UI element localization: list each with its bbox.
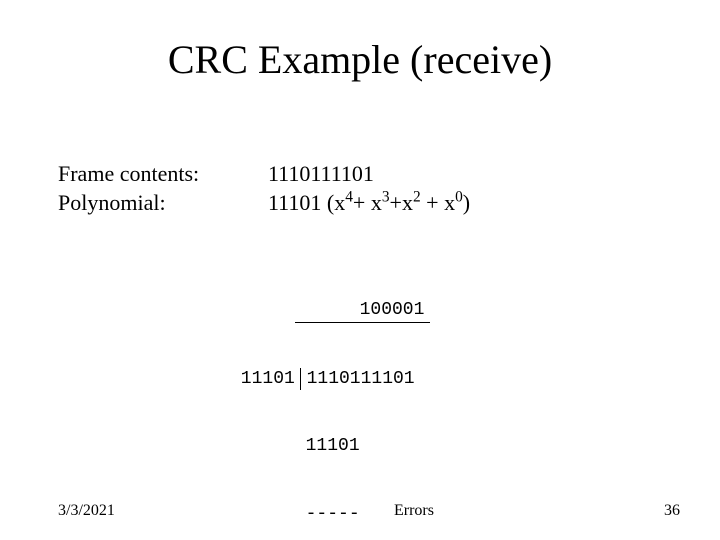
- polynomial-bits: 11101: [268, 190, 321, 215]
- polynomial-seg-1: + x: [353, 190, 382, 215]
- polynomial-exp-0: 0: [455, 188, 463, 205]
- slide: CRC Example (receive) Frame contents: Po…: [0, 0, 720, 540]
- division-dividend: 1110111101: [301, 368, 414, 391]
- body-content: Frame contents: Polynomial: 1110111101 1…: [58, 160, 662, 217]
- frame-contents-value: 1110111101: [268, 160, 662, 189]
- frame-contents-label: Frame contents:: [58, 160, 268, 189]
- polynomial-label: Polynomial:: [58, 189, 268, 218]
- long-division: 100001 111011110111101 11101 ----- 11101…: [230, 254, 430, 540]
- polynomial-exp-2: 2: [413, 188, 421, 205]
- polynomial-expr-open: (x: [321, 190, 345, 215]
- footer-date: 3/3/2021: [58, 502, 208, 520]
- polynomial-value: 11101 (x4+ x3+x2 + x0): [268, 189, 662, 218]
- polynomial-expr-close: ): [463, 190, 470, 215]
- division-divisor: 11101: [230, 368, 301, 391]
- polynomial-exp-4: 4: [345, 188, 353, 205]
- division-quotient: 100001: [295, 299, 430, 323]
- slide-title: CRC Example (receive): [0, 36, 720, 83]
- values-column: 1110111101 11101 (x4+ x3+x2 + x0): [268, 160, 662, 217]
- polynomial-seg-2: +x: [390, 190, 413, 215]
- division-line: 111011110111101: [230, 368, 430, 391]
- division-step-1: 11101: [230, 435, 430, 458]
- polynomial-exp-3: 3: [382, 188, 390, 205]
- polynomial-seg-3: + x: [421, 190, 455, 215]
- footer-page-number: 36: [620, 502, 680, 520]
- labels-column: Frame contents: Polynomial:: [58, 160, 268, 217]
- footer-topic: Errors: [208, 502, 620, 520]
- footer: 3/3/2021 Errors 36: [58, 502, 680, 520]
